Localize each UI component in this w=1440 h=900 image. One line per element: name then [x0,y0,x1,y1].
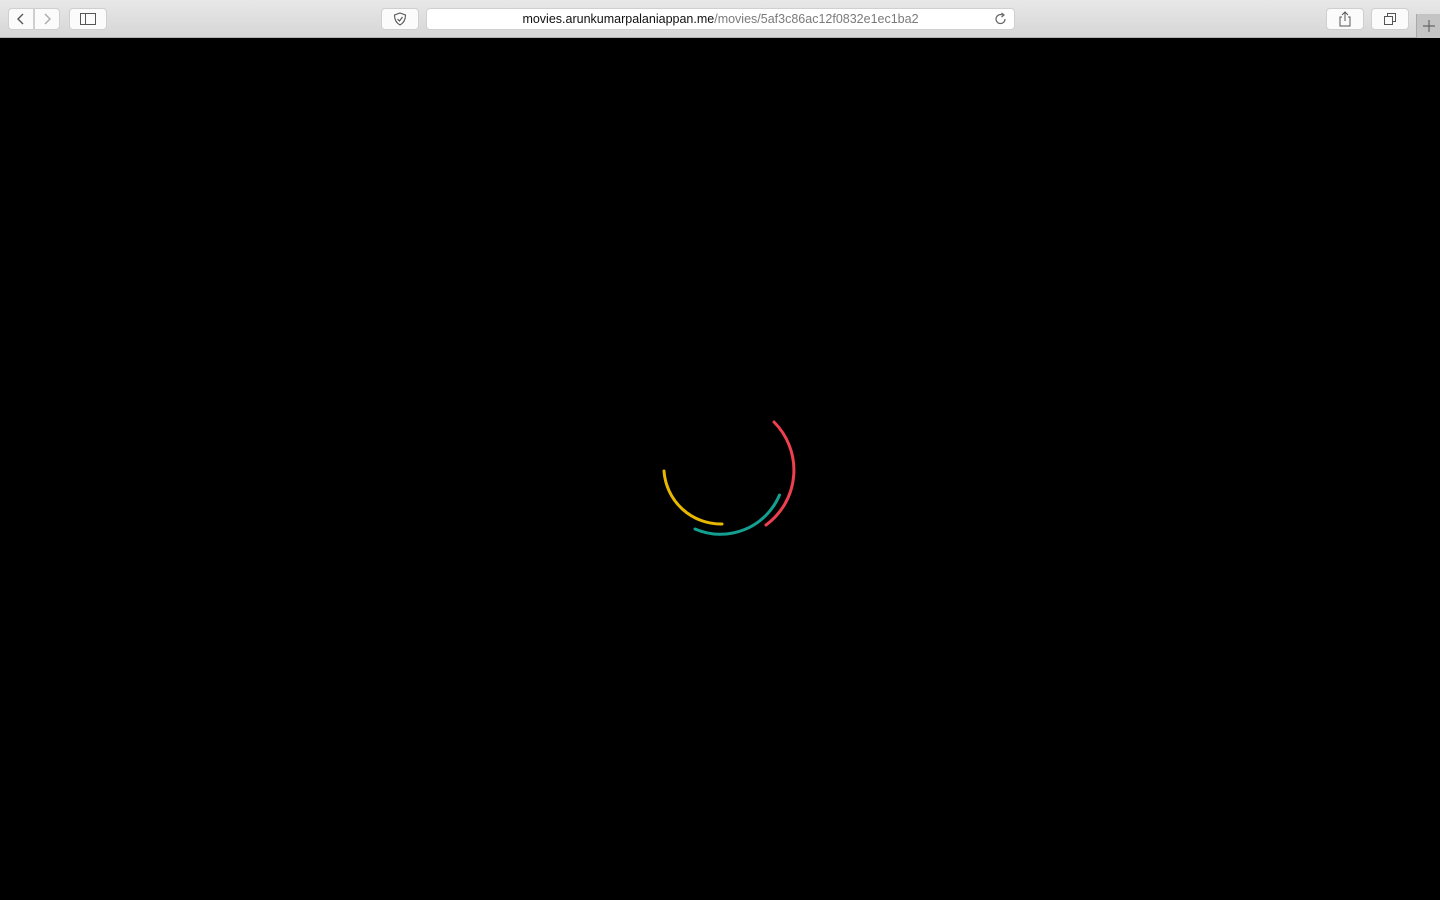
loading-spinner [662,420,796,536]
spinner-arc-teal [693,493,781,536]
page-content [0,39,1440,900]
spinner-arc-yellow [662,469,724,526]
